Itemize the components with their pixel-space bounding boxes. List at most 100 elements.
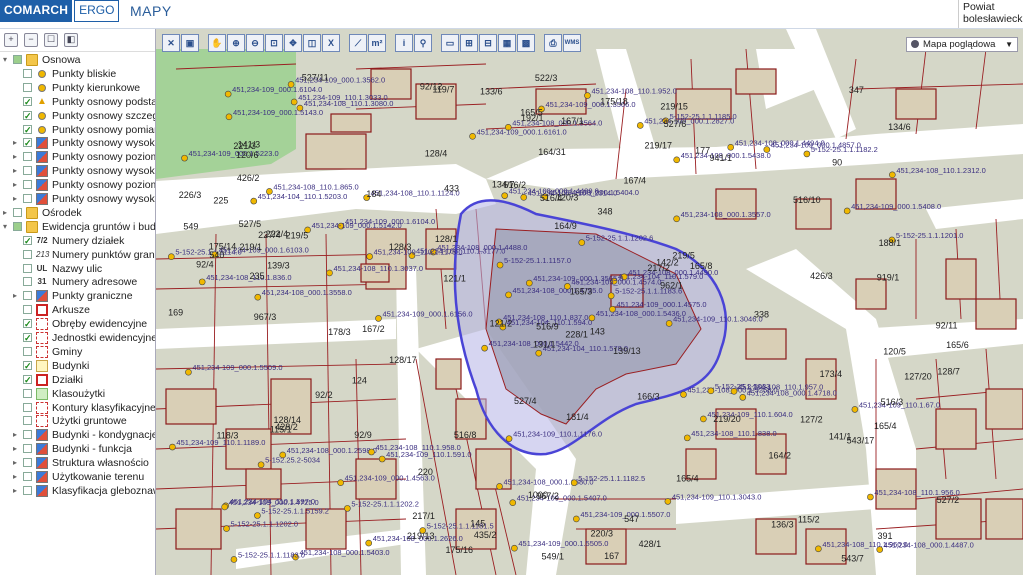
tree-row-15[interactable]: UL Nazwy ulic	[0, 262, 155, 276]
layer-checkbox[interactable]	[13, 221, 22, 231]
layer-checkbox[interactable]	[23, 263, 32, 273]
tree-twisty-icon[interactable]: ▸	[3, 206, 11, 220]
map-canvas[interactable]: 451,234-104_110.1.578.0451,234-104_110.1…	[156, 29, 1023, 575]
layer-checkbox[interactable]	[13, 207, 22, 217]
tree-twisty-icon[interactable]: ▾	[3, 220, 11, 234]
map-view[interactable]: 451,234-104_110.1.578.0 451,234-104_110.1…	[156, 29, 1023, 575]
tree-row-9[interactable]: ▸ Punkty osnowy poziom	[0, 178, 155, 192]
tree-row-3[interactable]: ✓ ▲ Punkty osnowy podsta	[0, 95, 155, 109]
layer-checkbox[interactable]	[23, 388, 32, 398]
layer-checkbox[interactable]	[23, 194, 32, 203]
tree-row-1[interactable]: Punkty bliskie	[0, 67, 155, 81]
tree-row-30[interactable]: ▸ Użytkowanie terenu	[0, 470, 155, 484]
zoom-window-icon[interactable]: ⊡	[265, 34, 283, 52]
tree-row-23[interactable]: ✓ Działki	[0, 373, 155, 387]
wms-icon[interactable]: WMS	[563, 34, 581, 52]
layer-checkbox[interactable]	[23, 82, 32, 92]
tree-twisty-icon[interactable]: ▸	[13, 456, 21, 470]
expand-all-icon[interactable]: +	[4, 33, 18, 47]
layer-checkbox[interactable]	[23, 166, 32, 176]
select-remove-icon[interactable]: ⊟	[479, 34, 497, 52]
layer-checkbox[interactable]: ✓	[23, 110, 32, 120]
tree-row-24[interactable]: Klasoużytki	[0, 387, 155, 401]
layer-checkbox[interactable]	[23, 291, 32, 301]
layer-checkbox[interactable]	[23, 458, 32, 468]
layer-checkbox[interactable]	[23, 444, 32, 454]
tree-row-29[interactable]: ▸ Struktura własnościo	[0, 456, 155, 470]
layer-checkbox[interactable]	[23, 68, 32, 78]
layer-checkbox[interactable]	[23, 305, 32, 315]
tree-row-28[interactable]: ▸ Budynki - funkcja	[0, 442, 155, 456]
tree-row-0[interactable]: ▾ Osnowa	[0, 53, 155, 67]
layer-checkbox[interactable]: ✓	[23, 374, 32, 384]
collapse-all-icon[interactable]: −	[24, 33, 38, 47]
tree-row-2[interactable]: Punkty kierunkowe	[0, 81, 155, 95]
layer-checkbox[interactable]	[23, 249, 32, 259]
save-map-icon[interactable]: ▣	[181, 34, 199, 52]
layer-checkbox[interactable]: ✓	[23, 138, 32, 148]
layer-properties-icon[interactable]: ◧	[64, 33, 78, 47]
tree-twisty-icon[interactable]: ▸	[13, 484, 21, 498]
region-selector[interactable]: Powiat bolesławiecki	[958, 0, 1023, 28]
select-add-icon[interactable]: ⊞	[460, 34, 478, 52]
layer-checkbox[interactable]: ✓	[23, 235, 32, 245]
layer-checkbox[interactable]	[23, 416, 32, 426]
layer-checkbox[interactable]	[23, 346, 32, 356]
full-extent-icon[interactable]: ✥	[284, 34, 302, 52]
tree-row-14[interactable]: 213 Numery punktów grani	[0, 248, 155, 262]
select-polygon-icon[interactable]: ▦	[498, 34, 516, 52]
tree-twisty-icon[interactable]: ▸	[13, 470, 21, 484]
tree-row-31[interactable]: ▸ Klasyfikacja gleboznaw	[0, 484, 155, 498]
pan-hand-icon[interactable]: ✋	[208, 34, 226, 52]
tree-row-27[interactable]: ▸ Budynki - kondygnacje	[0, 428, 155, 442]
tree-row-18[interactable]: Arkusze	[0, 303, 155, 317]
tree-row-12[interactable]: ▾ Ewidencja gruntów i budy	[0, 220, 155, 234]
layer-checkbox[interactable]: ✓	[23, 124, 32, 134]
tree-row-21[interactable]: Gminy	[0, 345, 155, 359]
layer-checkbox[interactable]	[23, 277, 32, 287]
tree-twisty-icon[interactable]: ▾	[3, 53, 11, 67]
layer-checkbox[interactable]	[23, 152, 32, 162]
tree-twisty-icon[interactable]: ▸	[13, 289, 21, 303]
tree-row-8[interactable]: ▸ Punkty osnowy wysoko	[0, 164, 155, 178]
layer-checkbox[interactable]: ✓	[23, 360, 32, 370]
layer-checkbox[interactable]: ✓	[23, 319, 32, 329]
tree-row-16[interactable]: 31 Numery adresowe	[0, 275, 155, 289]
tree-row-17[interactable]: ▸ Punkty graniczne	[0, 289, 155, 303]
tree-row-13[interactable]: ✓ 7/2 Numery działek	[0, 234, 155, 248]
info-icon[interactable]: i	[395, 34, 413, 52]
layer-checkbox[interactable]	[23, 485, 32, 495]
zoom-out-icon[interactable]: ⊖	[246, 34, 264, 52]
clear-selection-icon[interactable]: X	[322, 34, 340, 52]
layer-checkbox[interactable]	[23, 402, 32, 412]
select-all-layers-icon[interactable]: ☐	[44, 33, 58, 47]
tree-twisty-icon[interactable]: ▸	[13, 150, 21, 164]
close-map-icon[interactable]: ✕	[162, 34, 180, 52]
measure-area-icon[interactable]: m²	[368, 34, 386, 52]
tree-row-10[interactable]: ▸ Punkty osnowy wysoko	[0, 192, 155, 206]
tree-row-19[interactable]: ✓ Obręby ewidencyjne	[0, 317, 155, 331]
tree-twisty-icon[interactable]: ▸	[13, 136, 21, 150]
print-icon[interactable]: ⎙	[544, 34, 562, 52]
layer-checkbox[interactable]	[13, 55, 22, 64]
zoom-in-icon[interactable]: ⊕	[227, 34, 245, 52]
layer-checkbox[interactable]	[23, 472, 32, 481]
tree-twisty-icon[interactable]: ▸	[13, 192, 21, 206]
tree-twisty-icon[interactable]: ▸	[13, 442, 21, 456]
map-type-select[interactable]: Mapa poglądowa ▼	[906, 37, 1018, 52]
tree-row-7[interactable]: ▸ Punkty osnowy poziom	[0, 150, 155, 164]
measure-distance-icon[interactable]: ⟋	[349, 34, 367, 52]
locate-pin-icon[interactable]: ⚲	[414, 34, 432, 52]
layer-checkbox[interactable]	[23, 430, 32, 440]
tree-row-20[interactable]: ✓ Jednostki ewidencyjne	[0, 331, 155, 345]
layer-checkbox[interactable]	[23, 180, 32, 190]
tree-twisty-icon[interactable]: ▸	[13, 428, 21, 442]
layer-checkbox[interactable]: ✓	[23, 333, 32, 343]
layer-checkbox[interactable]: ✓	[23, 96, 32, 106]
tree-twisty-icon[interactable]: ▸	[13, 178, 21, 192]
tree-row-26[interactable]: Użytki gruntowe	[0, 414, 155, 428]
tree-row-6[interactable]: ▸ ✓ Punkty osnowy wysoko	[0, 136, 155, 150]
tree-row-5[interactable]: ✓ Punkty osnowy pomiar	[0, 123, 155, 137]
tree-twisty-icon[interactable]: ▸	[13, 164, 21, 178]
tree-row-4[interactable]: ✓ Punkty osnowy szczeg	[0, 109, 155, 123]
